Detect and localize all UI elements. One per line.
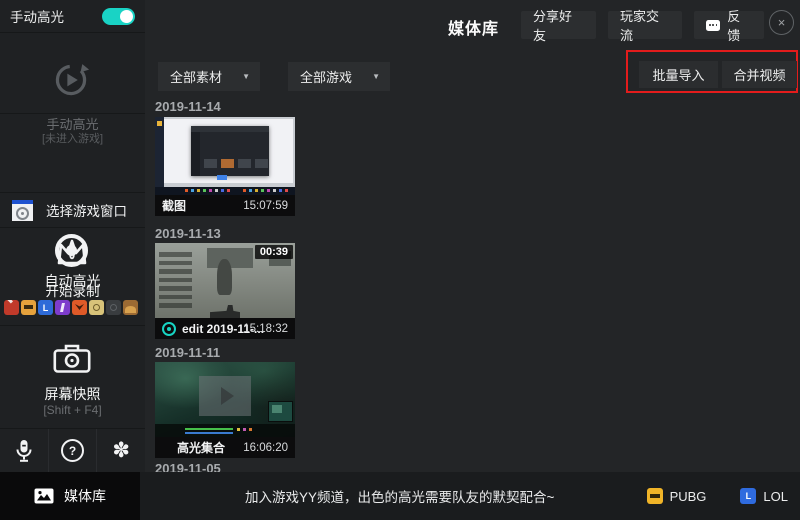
- dota2-game-icon: [4, 300, 19, 315]
- crown-icon: [57, 239, 87, 265]
- close-icon: ×: [777, 15, 786, 30]
- game-badges: PUBG L LOL: [646, 472, 788, 520]
- duration-badge: 00:39: [254, 245, 293, 259]
- lol-icon: L: [740, 488, 757, 504]
- chevron-down-icon: ▼: [372, 72, 380, 81]
- lol-game-icon: L: [38, 300, 53, 315]
- yy-channel-tip: 加入游戏YY频道，出色的高光需要队友的默契配合~: [245, 490, 555, 505]
- minimap: [268, 401, 293, 422]
- sidebar-item-manual-highlight[interactable]: 手动高光 [未进入游戏]: [0, 34, 145, 145]
- sidebar: 手动高光 手动高光 [未进入游戏] 开始录制 选择游戏窗口 自动高光 L 屏幕快…: [0, 0, 145, 472]
- pubg-clip-thumbnail: 00:39: [155, 243, 295, 318]
- date-header: 2019-11-13: [155, 226, 221, 241]
- microphone-button[interactable]: [0, 429, 49, 472]
- auto-highlight-label: 自动高光: [44, 273, 101, 289]
- media-item-time: 15:18:32: [243, 322, 288, 335]
- gear-icon: ✽: [112, 439, 130, 462]
- merge-video-button[interactable]: 合并视频: [722, 61, 797, 88]
- screenshot-thumbnail: [155, 117, 295, 195]
- media-item-title: 高光集合: [177, 441, 226, 455]
- pubg-badge[interactable]: PUBG: [646, 488, 706, 504]
- chevron-down-icon: ▼: [242, 72, 250, 81]
- date-header: 2019-11-14: [155, 99, 221, 114]
- hearthstone-game-icon: [123, 300, 138, 315]
- sidebar-footer: ? ✽: [0, 429, 145, 472]
- select-game-window-label: 选择游戏窗口: [46, 204, 127, 219]
- play-overlay-icon: [199, 376, 251, 416]
- chat-bubble-icon: [706, 19, 721, 31]
- manual-highlight-toggle[interactable]: [102, 7, 135, 25]
- help-button[interactable]: ?: [49, 429, 98, 472]
- close-button[interactable]: ×: [769, 10, 794, 35]
- image-icon: [34, 488, 54, 504]
- pubg-icon: [646, 488, 663, 504]
- microphone-icon: [16, 439, 32, 462]
- media-item-pubg-clip[interactable]: 00:39 edit 2019-11-... 15:18:32: [155, 243, 295, 339]
- date-header: 2019-11-11: [155, 345, 221, 360]
- media-item-lol-collection[interactable]: 高光集合 16:06:20: [155, 362, 295, 458]
- bottom-bar: 媒体库 加入游戏YY频道，出色的高光需要队友的默契配合~ PUBG L LOL: [0, 472, 800, 520]
- snapshot-hotkey: [Shift + F4]: [43, 403, 102, 417]
- sidebar-item-auto-highlight[interactable]: 自动高光 L: [0, 229, 145, 326]
- crossfire-game-icon: [72, 300, 87, 315]
- settings-button[interactable]: ✽: [97, 429, 145, 472]
- camera-icon: [53, 344, 91, 373]
- app-window: 手动高光 手动高光 [未进入游戏] 开始录制 选择游戏窗口 自动高光 L 屏幕快…: [0, 0, 800, 520]
- pubg-game-icon: [21, 300, 36, 315]
- batch-import-button[interactable]: 批量导入: [639, 61, 718, 88]
- highlight-marker-icon: [162, 321, 176, 336]
- lol-clip-thumbnail: [155, 362, 295, 437]
- inactive-game-icon: [106, 300, 121, 315]
- toggle-knob: [120, 9, 133, 23]
- manual-highlight-title: 手动高光: [10, 10, 64, 25]
- fortnite-game-icon: [55, 300, 70, 315]
- tab-media-library[interactable]: 媒体库: [0, 472, 140, 520]
- replay-play-icon: [55, 64, 90, 96]
- manual-highlight-header: 手动高光: [0, 0, 145, 33]
- media-library-tab-label: 媒体库: [64, 488, 106, 504]
- csgo-game-icon: [89, 300, 104, 315]
- supported-games-row: L: [4, 300, 138, 315]
- game-filter-dropdown[interactable]: 全部游戏 ▼: [288, 62, 390, 91]
- media-item-time: 16:06:20: [243, 441, 288, 454]
- sidebar-item-select-game-window[interactable]: 选择游戏窗口: [0, 193, 145, 228]
- snapshot-label: 屏幕快照: [44, 386, 101, 402]
- help-icon: ?: [61, 439, 84, 462]
- feedback-button[interactable]: 反馈: [694, 9, 764, 43]
- player-community-button[interactable]: 玩家交流: [608, 9, 682, 43]
- game-window-icon: [12, 199, 33, 221]
- page-title: 媒体库: [448, 21, 500, 38]
- media-item-screenshot[interactable]: 截图 15:07:59: [155, 117, 295, 216]
- sidebar-item-start-record[interactable]: 开始录制: [0, 114, 145, 299]
- sidebar-item-screen-snapshot[interactable]: 屏幕快照 [Shift + F4]: [0, 326, 145, 429]
- media-item-time: 15:07:59: [243, 199, 288, 212]
- lol-badge[interactable]: L LOL: [740, 488, 788, 504]
- material-filter-dropdown[interactable]: 全部素材 ▼: [158, 62, 260, 91]
- media-item-title: 截图: [162, 199, 187, 213]
- share-friends-button[interactable]: 分享好友: [521, 9, 596, 43]
